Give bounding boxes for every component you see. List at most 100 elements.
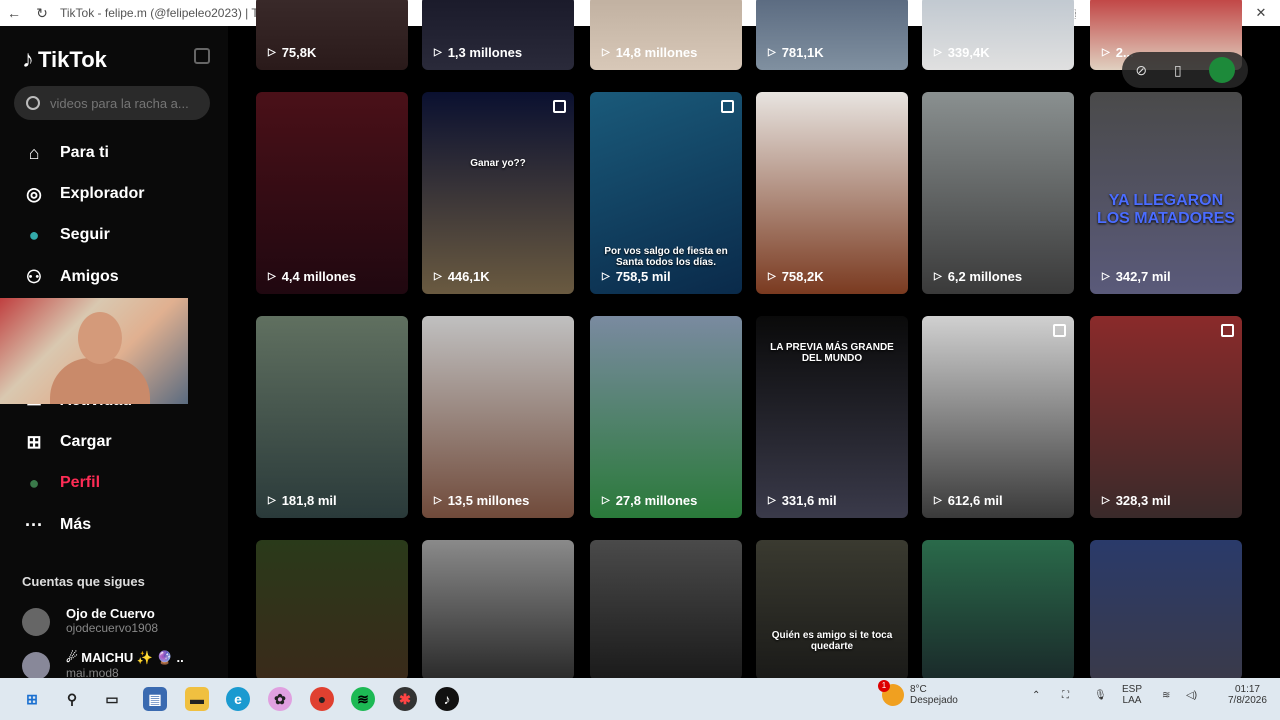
video-card[interactable]: Quién es amigo si te toca quedarte	[756, 540, 908, 680]
file-explorer-icon[interactable]: ▬	[185, 687, 209, 711]
clock[interactable]: 01:17 7/8/2026	[1228, 684, 1267, 706]
network-icon[interactable]: ⛶	[1062, 690, 1069, 701]
video-card[interactable]: YA LLEGARON LOS MATADORES ▷ 342,7 mil	[1090, 92, 1242, 294]
profile-avatar-icon[interactable]	[1208, 57, 1235, 83]
search-input[interactable]	[50, 95, 200, 111]
video-card[interactable]: ▷ 14,8 millones	[590, 0, 742, 70]
video-card[interactable]: LA PREVIA MÁS GRANDE DEL MUNDO ▷ 331,6 mil	[756, 316, 908, 518]
sidebar-item-label: Amigos	[60, 268, 119, 285]
avatar	[22, 652, 50, 680]
language-code: ESP	[1122, 684, 1143, 695]
view-count-text: 758,2K	[781, 269, 824, 284]
video-card[interactable]: ▷ 27,8 millones	[590, 316, 742, 518]
store-icon[interactable]: ▤	[143, 687, 167, 711]
sidebar-item-label: Perfil	[60, 474, 101, 491]
view-count: ▷ 14,8 millones	[602, 45, 697, 60]
tiktok-logo[interactable]: ♪ TikTok	[22, 46, 107, 74]
chevron-up-icon[interactable]: ⌃	[1032, 690, 1040, 701]
sidebar-item-cargar[interactable]: ⊞ Cargar	[22, 427, 112, 457]
video-caption: YA LLEGARON LOS MATADORES	[1096, 192, 1236, 227]
video-card[interactable]: Ganar yo?? ▷ 446,1K	[422, 92, 574, 294]
view-count: ▷ 612,6 mil	[934, 493, 1003, 508]
wifi-icon[interactable]: ≋	[1162, 690, 1170, 701]
video-card[interactable]: ▷ 181,8 mil	[256, 316, 408, 518]
view-count-text: 1,3 millones	[447, 45, 523, 60]
volume-icon[interactable]: ◁)	[1186, 690, 1197, 701]
sidebar-item-perfil[interactable]: ● Perfil	[22, 468, 100, 498]
video-card[interactable]: ▷ 781,1K	[756, 0, 908, 70]
back-arrow-icon[interactable]: ←	[0, 5, 28, 21]
view-count-text: 758,5 mil	[615, 269, 671, 284]
play-icon: ▷	[602, 47, 610, 58]
tiktok-note-icon: ♪	[22, 46, 34, 73]
sidebar-item-mas[interactable]: ··· Más	[22, 510, 91, 540]
task-view-icon[interactable]: ▭	[100, 687, 124, 711]
following-account[interactable]: ☄ MAICHU ✨ 🔮 .. mai.mod8	[22, 650, 184, 680]
keyboard-layout: LAA	[1122, 695, 1142, 706]
video-caption: Ganar yo??	[470, 158, 526, 169]
play-icon: ▷	[768, 495, 776, 506]
edge-icon[interactable]: e	[226, 687, 250, 711]
view-count: ▷ 758,5 mil	[602, 269, 671, 284]
account-name: ☄ MAICHU ✨ 🔮 ..	[66, 650, 184, 665]
video-card[interactable]	[1090, 540, 1242, 680]
search-box[interactable]	[14, 86, 210, 120]
chrome-icon[interactable]: ●	[310, 687, 334, 711]
language-indicator[interactable]: ESP LAA	[1122, 684, 1142, 706]
upload-icon: ⊞	[26, 431, 42, 452]
account-name: Ojo de Cuervo	[66, 606, 155, 621]
video-card[interactable]	[422, 540, 574, 680]
view-count: ▷ 6,2 millones	[934, 269, 1022, 284]
sidebar-item-label: Seguir	[60, 226, 110, 243]
video-card[interactable]: ▷ 339,4K	[922, 0, 1074, 70]
phone-icon[interactable]: ▯	[1174, 62, 1182, 79]
view-count: ▷ 331,6 mil	[768, 493, 837, 508]
windows-start-icon[interactable]: ⊞	[20, 687, 44, 711]
view-count-text: 27,8 millones	[615, 493, 698, 508]
friends-icon: ⚇	[25, 266, 43, 287]
view-count: ▷ 758,2K	[768, 269, 824, 284]
sidebar-item-explorador[interactable]: ◎ Explorador	[22, 179, 144, 209]
compass-icon: ◎	[26, 183, 42, 204]
video-card[interactable]	[922, 540, 1074, 680]
sun-icon: 1	[878, 680, 904, 706]
video-card[interactable]: ▷ 612,6 mil	[922, 316, 1074, 518]
spotify-icon[interactable]: ≋	[351, 687, 375, 711]
video-card[interactable]: ▷ 1,3 millones	[422, 0, 574, 70]
video-card[interactable]: ▷ 4,4 millones	[256, 92, 408, 294]
view-count-text: 75,8K	[281, 45, 317, 60]
view-count-text: 14,8 millones	[615, 45, 698, 60]
view-count: ▷ 13,5 millones	[434, 493, 529, 508]
following-account[interactable]: Ojo de Cuervo ojodecuervo1908	[22, 606, 158, 636]
mic-icon[interactable]: 🎙	[1094, 690, 1107, 701]
video-card[interactable]	[256, 540, 408, 680]
video-card[interactable]: ▷ 758,2K	[756, 92, 908, 294]
app-icon[interactable]: ✱	[393, 687, 417, 711]
video-card[interactable]: ▷ 328,3 mil	[1090, 316, 1242, 518]
sidebar-item-seguir[interactable]: ● Seguir	[22, 220, 110, 250]
sidebar-item-label: Cargar	[60, 433, 112, 450]
copilot-icon[interactable]: ✿	[268, 687, 292, 711]
video-card[interactable]: Por vos salgo de fiesta en Santa todos l…	[590, 92, 742, 294]
video-card[interactable]: ▷ 13,5 millones	[422, 316, 574, 518]
sidebar-item-para-ti[interactable]: ⌂ Para ti	[22, 138, 109, 168]
video-card[interactable]	[590, 540, 742, 680]
play-icon: ▷	[434, 271, 442, 282]
refresh-icon[interactable]: ↻	[28, 5, 56, 22]
tiktok-taskbar-icon[interactable]: ♪	[435, 687, 459, 711]
collapse-sidebar-icon[interactable]	[194, 48, 210, 64]
account-handle: ojodecuervo1908	[66, 621, 159, 635]
search-icon	[26, 96, 40, 110]
view-count: ▷ 781,1K	[768, 45, 824, 60]
weather-widget[interactable]: 1 8°C Despejado	[878, 680, 958, 706]
search-icon[interactable]: ⚲	[60, 687, 84, 711]
sidebar-item-amigos[interactable]: ⚇ Amigos	[22, 262, 119, 292]
page-title: TikTok - felipe.m (@felipeleo2023) | Tik…	[60, 6, 286, 20]
play-icon: ▷	[1102, 495, 1110, 506]
view-count: ▷ 446,1K	[434, 269, 490, 284]
video-card[interactable]: ▷ 6,2 millones	[922, 92, 1074, 294]
view-count-text: 339,4K	[947, 45, 990, 60]
close-button[interactable]: ✕	[1242, 5, 1280, 21]
video-card[interactable]: ▷ 75,8K	[256, 0, 408, 70]
compass-icon[interactable]: ⊘	[1135, 62, 1147, 79]
